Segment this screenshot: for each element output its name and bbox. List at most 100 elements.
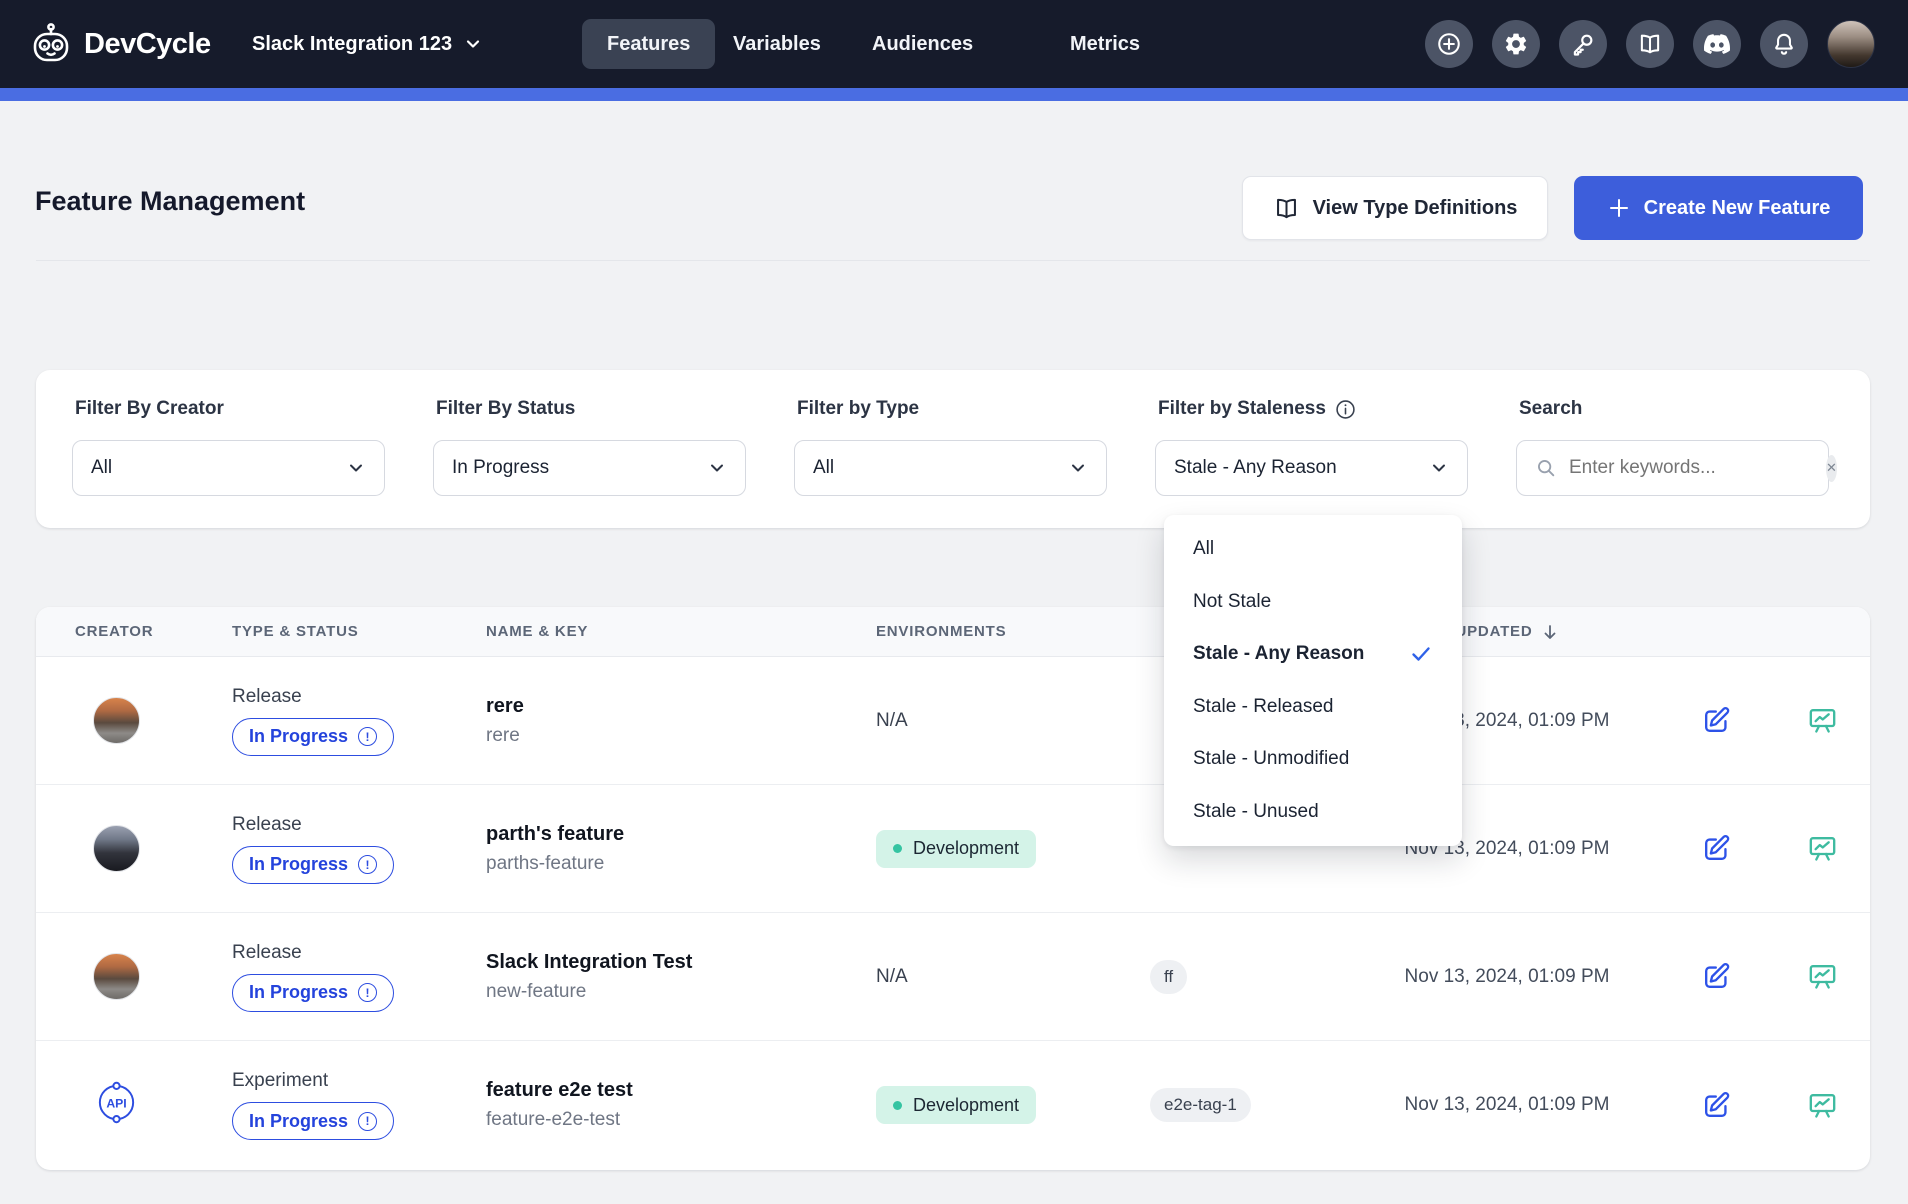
view-type-definitions-button[interactable]: View Type Definitions	[1242, 176, 1548, 240]
staleness-option-stale-any-reason[interactable]: Stale - Any Reason	[1164, 628, 1462, 681]
api-creator-icon: API	[93, 1079, 140, 1126]
create-new-feature-button[interactable]: Create New Feature	[1574, 176, 1863, 240]
edit-feature-icon[interactable]	[1700, 1089, 1733, 1122]
table-row[interactable]: API Experiment In Progress ! feature e2e…	[36, 1041, 1870, 1169]
column-header-type-status[interactable]: Type & Status	[232, 623, 486, 640]
creator-avatar	[93, 825, 140, 872]
staleness-option-stale-unused[interactable]: Stale - Unused	[1164, 786, 1462, 839]
add-circle-icon[interactable]	[1425, 20, 1473, 68]
filter-status-select[interactable]: In Progress	[433, 440, 746, 496]
tab-audiences[interactable]: Audiences	[872, 0, 973, 88]
filter-creator-label: Filter By Creator	[75, 398, 224, 420]
filter-type-select[interactable]: All	[794, 440, 1107, 496]
user-avatar[interactable]	[1827, 20, 1875, 68]
tab-features-label: Features	[607, 33, 690, 56]
column-header-creator[interactable]: Creator	[75, 623, 232, 640]
status-badge[interactable]: In Progress !	[232, 846, 394, 884]
table-row[interactable]: Release In Progress ! rere rere N/A Nov …	[36, 657, 1870, 785]
table-header-row: Creator Type & Status Name & Key Environ…	[36, 607, 1870, 657]
feature-type: Release	[232, 942, 302, 964]
feature-type: Release	[232, 814, 302, 836]
staleness-dropdown-menu: All Not Stale Stale - Any Reason Stale -…	[1164, 515, 1462, 846]
search-field[interactable]: ✕	[1516, 440, 1829, 496]
status-badge-label: In Progress	[249, 854, 348, 875]
staleness-option-stale-released[interactable]: Stale - Released	[1164, 681, 1462, 734]
staleness-option-stale-unmodified[interactable]: Stale - Unmodified	[1164, 733, 1462, 786]
environment-dot-icon	[893, 844, 902, 853]
status-badge-label: In Progress	[249, 1111, 348, 1132]
feature-key: parths-feature	[486, 853, 876, 875]
chevron-down-icon	[1068, 458, 1088, 478]
environment-label: Development	[913, 1095, 1019, 1116]
feature-metrics-icon[interactable]	[1806, 1089, 1839, 1122]
tab-variables[interactable]: Variables	[733, 0, 821, 88]
filter-staleness-select[interactable]: Stale - Any Reason	[1155, 440, 1468, 496]
tab-variables-label: Variables	[733, 33, 821, 56]
discord-icon[interactable]	[1693, 20, 1741, 68]
info-icon[interactable]	[1335, 399, 1356, 420]
filter-status-label: Filter By Status	[436, 398, 575, 420]
alert-icon: !	[358, 727, 377, 746]
tab-features[interactable]: Features	[582, 19, 715, 69]
devcycle-logo[interactable]: DevCycle	[28, 0, 211, 88]
column-header-name-key[interactable]: Name & Key	[486, 623, 876, 640]
staleness-option-all[interactable]: All	[1164, 523, 1462, 576]
creator-avatar	[93, 953, 140, 1000]
top-navbar: DevCycle Slack Integration 123 Features …	[0, 0, 1908, 88]
feature-management-screen: DevCycle Slack Integration 123 Features …	[0, 0, 1908, 1204]
feature-metrics-icon[interactable]	[1806, 832, 1839, 865]
staleness-option-not-stale[interactable]: Not Stale	[1164, 576, 1462, 629]
tags-cell: e2e-tag-1	[1150, 1088, 1360, 1122]
staleness-option-label: Stale - Any Reason	[1193, 643, 1364, 665]
book-icon	[1273, 195, 1300, 222]
updated-timestamp: Nov 13, 2024, 01:09 PM	[1360, 966, 1654, 988]
tab-audiences-label: Audiences	[872, 33, 973, 56]
feature-key: rere	[486, 725, 876, 747]
settings-gear-icon[interactable]	[1492, 20, 1540, 68]
filter-type-value: All	[813, 457, 1068, 479]
alert-icon: !	[358, 1112, 377, 1131]
status-badge[interactable]: In Progress !	[232, 974, 394, 1012]
filter-creator-value: All	[91, 457, 346, 479]
column-header-updated-label: Updated	[1456, 623, 1533, 640]
feature-metrics-icon[interactable]	[1806, 960, 1839, 993]
tab-metrics[interactable]: Metrics	[1070, 0, 1140, 88]
table-row[interactable]: Release In Progress ! parth's feature pa…	[36, 785, 1870, 913]
feature-name: parth's feature	[486, 823, 876, 846]
plus-icon	[1607, 196, 1631, 220]
column-header-environments[interactable]: Environments	[876, 623, 1150, 640]
environment-badge: Development	[876, 1086, 1036, 1124]
chevron-down-icon	[1429, 458, 1449, 478]
feature-metrics-icon[interactable]	[1806, 704, 1839, 737]
table-row[interactable]: Release In Progress ! Slack Integration …	[36, 913, 1870, 1041]
docs-book-icon[interactable]	[1626, 20, 1674, 68]
api-key-icon[interactable]	[1559, 20, 1607, 68]
edit-feature-icon[interactable]	[1700, 832, 1733, 865]
feature-type: Release	[232, 686, 302, 708]
feature-name: feature e2e test	[486, 1079, 876, 1102]
filter-creator-select[interactable]: All	[72, 440, 385, 496]
filter-panel: Filter By Creator All Filter By Status I…	[36, 370, 1870, 528]
environment-label: Development	[913, 838, 1019, 859]
svg-text:API: API	[106, 1096, 126, 1110]
project-selector[interactable]: Slack Integration 123	[252, 0, 482, 88]
feature-key: new-feature	[486, 981, 876, 1003]
filter-status-value: In Progress	[452, 457, 707, 479]
environments-value: N/A	[876, 966, 908, 987]
search-input[interactable]	[1569, 457, 1814, 479]
edit-feature-icon[interactable]	[1700, 704, 1733, 737]
filter-staleness-value: Stale - Any Reason	[1174, 457, 1429, 479]
edit-feature-icon[interactable]	[1700, 960, 1733, 993]
devcycle-robot-icon	[28, 21, 74, 67]
page-actions: View Type Definitions Create New Feature	[0, 176, 1908, 240]
status-badge[interactable]: In Progress !	[232, 718, 394, 756]
clear-search-icon[interactable]: ✕	[1826, 455, 1837, 482]
feature-key: feature-e2e-test	[486, 1109, 876, 1131]
tag-badge: ff	[1150, 960, 1187, 994]
search-label: Search	[1519, 398, 1582, 420]
tab-metrics-label: Metrics	[1070, 33, 1140, 56]
notifications-bell-icon[interactable]	[1760, 20, 1808, 68]
environments-value: N/A	[876, 710, 908, 731]
status-badge[interactable]: In Progress !	[232, 1102, 394, 1140]
filter-type-label: Filter by Type	[797, 398, 919, 420]
